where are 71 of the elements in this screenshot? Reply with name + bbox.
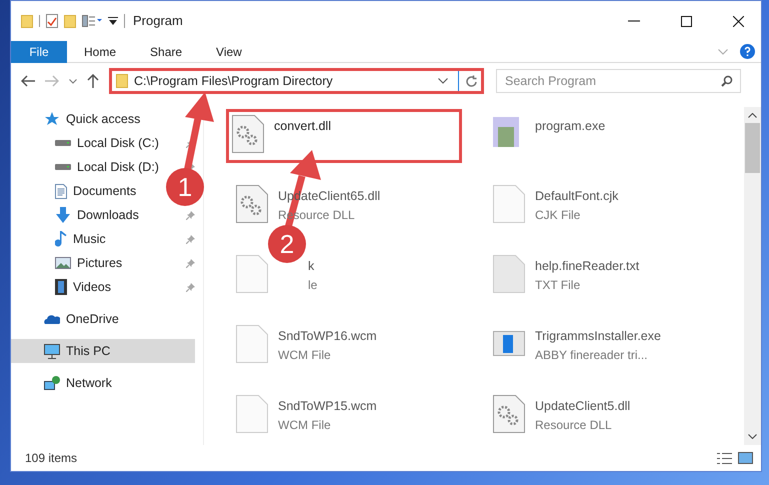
refresh-icon[interactable]: [465, 74, 478, 88]
file-item[interactable]: SndToWP16.wcm WCM File: [230, 319, 466, 373]
minimize-icon: [628, 20, 640, 22]
close-icon: [732, 16, 744, 26]
file-item[interactable]: DefaultFont.cjk CJK File: [487, 179, 723, 233]
nav-item[interactable]: Documents: [11, 179, 140, 203]
nav-item[interactable]: Local Disk (D:): [11, 155, 163, 179]
ribbon-tab[interactable]: View: [199, 40, 259, 62]
file-item[interactable]: convert.dll: [226, 109, 462, 163]
window-title: Program: [133, 12, 183, 30]
details-view-icon[interactable]: [717, 452, 732, 464]
scroll-down-icon[interactable]: [748, 434, 757, 439]
document-icon: [55, 184, 67, 198]
film-strip-icon: [55, 279, 67, 295]
dropdown-icon[interactable]: [108, 17, 118, 25]
ribbon-tab[interactable]: Home: [67, 40, 134, 62]
blank-file-icon: [236, 325, 268, 363]
maximize-icon: [680, 16, 692, 26]
cloud-icon: [44, 314, 60, 324]
scroll-up-icon[interactable]: [748, 113, 757, 118]
file-gears-icon: [493, 395, 525, 433]
blank-file-icon: [236, 395, 268, 433]
disk-drive-icon: [55, 164, 71, 170]
ribbon-tab[interactable]: Share: [133, 40, 200, 62]
nav-item[interactable]: Network: [11, 371, 116, 395]
star-icon: [44, 112, 60, 126]
nav-item[interactable]: Downloads: [11, 203, 143, 227]
file-item[interactable]: program.exe: [487, 109, 723, 163]
back-arrow-icon[interactable]: [21, 75, 35, 87]
nav-item[interactable]: Quick access: [11, 107, 144, 131]
nav-item[interactable]: Videos: [11, 275, 115, 299]
file-gears-icon: [232, 115, 264, 153]
pin-icon: [186, 210, 195, 220]
address-bar[interactable]: C:\Program Files\Program Directory: [109, 68, 484, 94]
download-arrow-icon: [55, 207, 71, 223]
large-icons-view-icon[interactable]: [738, 452, 753, 464]
scrollbar[interactable]: [744, 107, 761, 445]
monitor-icon: [44, 344, 60, 358]
file-item[interactable]: SndToWP15.wcm WCM File: [230, 389, 466, 443]
network-icon: [44, 376, 60, 390]
nav-item[interactable]: Music: [11, 227, 110, 251]
folder-icon: [21, 14, 33, 28]
pin-icon: [186, 282, 195, 292]
properties-icon[interactable]: [82, 15, 102, 27]
up-arrow-icon[interactable]: [87, 74, 99, 88]
checklist-icon[interactable]: [46, 14, 58, 28]
blank-file-icon: [236, 255, 268, 293]
disk-drive-icon: [55, 140, 71, 146]
scrollbar-thumb[interactable]: [745, 123, 760, 173]
chevron-down-icon[interactable]: [438, 78, 448, 84]
folder-icon: [116, 74, 128, 88]
pin-icon: [186, 234, 195, 244]
file-item[interactable]: UpdateClient5.dll Resource DLL: [487, 389, 723, 443]
file-gears-icon: [236, 185, 268, 223]
search-icon: [721, 75, 733, 87]
file-item[interactable]: TrigrammsInstaller.exe ABBY finereader tri...: [487, 319, 723, 373]
nav-item[interactable]: Local Disk (C:): [11, 131, 163, 155]
picture-icon: [55, 257, 71, 269]
ribbon-tab[interactable]: File: [11, 40, 67, 62]
music-note-icon: [55, 231, 67, 247]
file-item[interactable]: help.fineReader.txt TXT File: [487, 249, 723, 303]
pin-icon: [186, 258, 195, 268]
chevron-down-icon[interactable]: [69, 78, 77, 84]
text-file-icon: [493, 255, 525, 293]
nav-item[interactable]: OneDrive: [11, 307, 123, 331]
search-field[interactable]: Search Program: [496, 69, 741, 93]
nav-item[interactable]: This PC: [11, 339, 195, 363]
item-count: 109 items: [25, 450, 78, 467]
blank-file-icon: [493, 185, 525, 223]
help-icon[interactable]: [740, 44, 755, 59]
nav-item[interactable]: Pictures: [11, 251, 126, 275]
